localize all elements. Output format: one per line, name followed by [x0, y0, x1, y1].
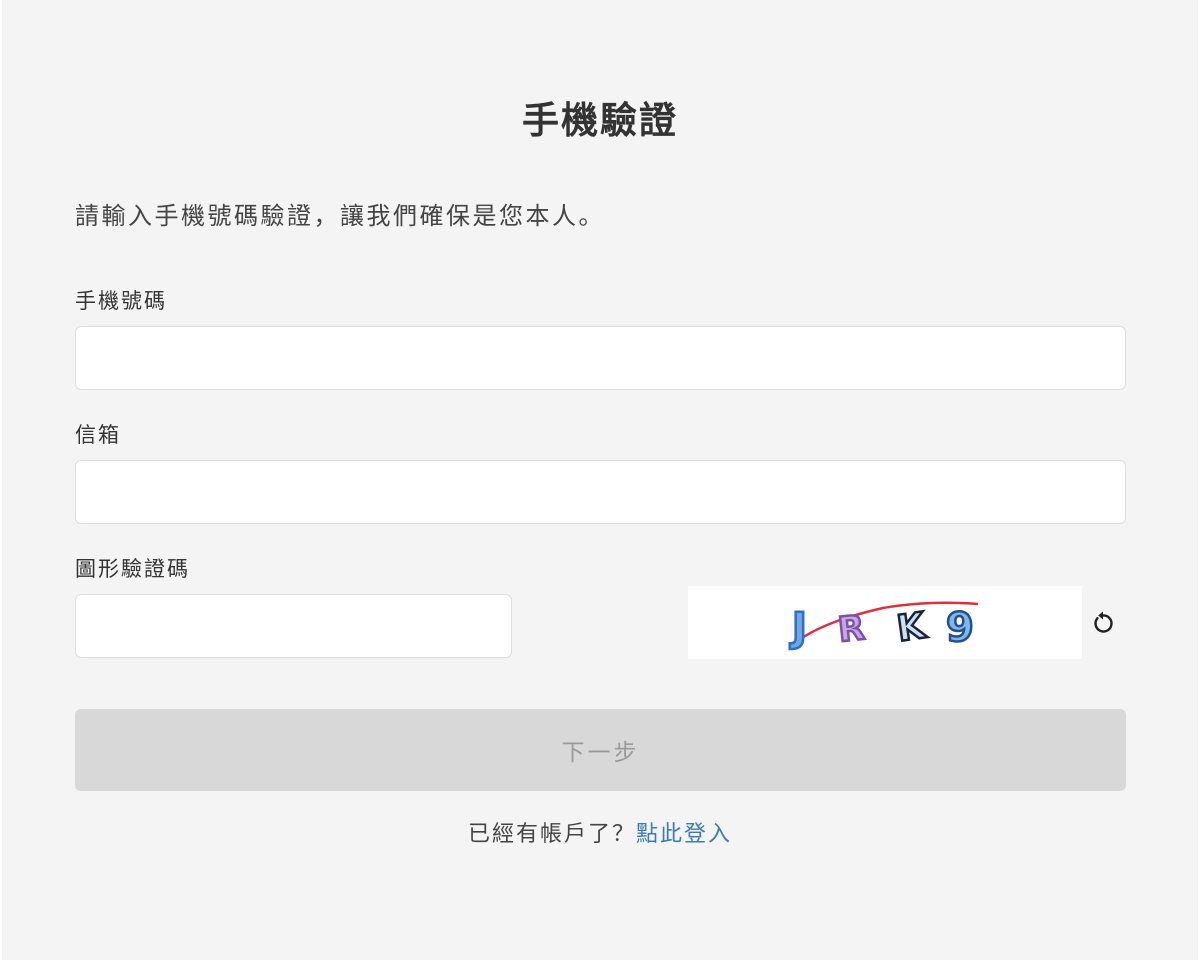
svg-text:K: K: [895, 605, 929, 650]
captcha-graphic: J R K 9: [788, 601, 979, 652]
email-input[interactable]: [75, 460, 1126, 524]
svg-text:J: J: [789, 605, 807, 651]
refresh-icon[interactable]: [1090, 610, 1116, 636]
phone-input[interactable]: [75, 326, 1126, 390]
verification-panel: 手機驗證 請輸入手機號碼驗證，讓我們確保是您本人。 手機號碼 信箱 圖形驗證碼 …: [2, 0, 1198, 960]
captcha-image: J R K 9: [688, 586, 1082, 659]
svg-text:R: R: [836, 608, 866, 651]
login-prompt-text: 已經有帳戶了？: [467, 822, 636, 847]
captcha-label: 圖形驗證碼: [75, 557, 190, 581]
page-title: 手機驗證: [522, 99, 678, 142]
next-button[interactable]: 下一步: [75, 709, 1126, 791]
svg-text:9: 9: [946, 605, 974, 651]
intro-text: 請輸入手機號碼驗證，讓我們確保是您本人。: [75, 202, 605, 230]
login-prompt-line: 已經有帳戶了？點此登入: [2, 820, 1198, 850]
email-label: 信箱: [75, 423, 121, 447]
captcha-input[interactable]: [75, 594, 512, 658]
phone-label: 手機號碼: [75, 289, 167, 313]
login-link[interactable]: 點此登入: [636, 822, 732, 847]
